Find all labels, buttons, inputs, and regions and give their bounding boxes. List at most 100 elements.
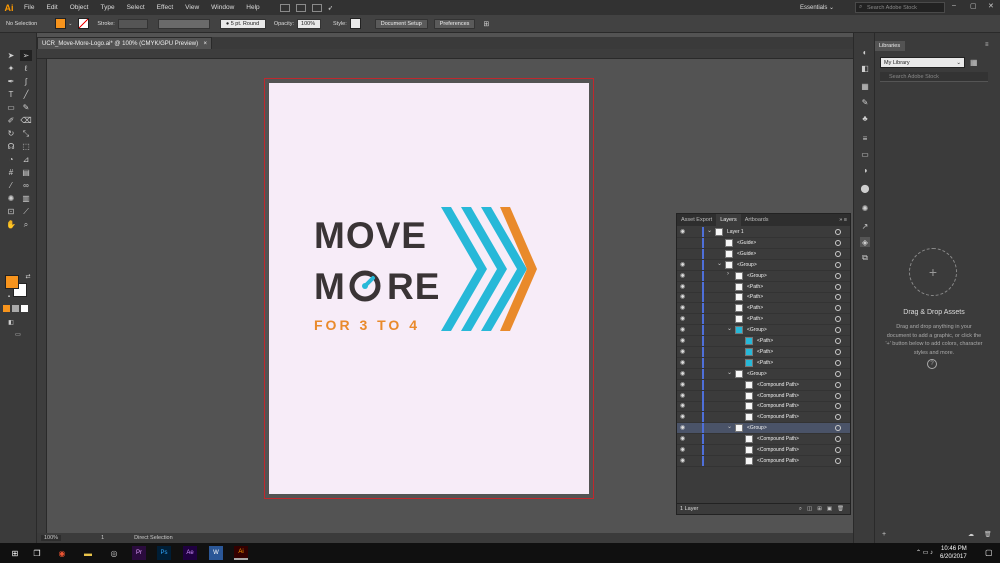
brush-definition[interactable]: ● 5 pt. Round: [219, 18, 266, 29]
menu-effect[interactable]: Effect: [151, 4, 180, 11]
target-icon[interactable]: [835, 436, 841, 443]
word-icon[interactable]: W: [209, 546, 223, 560]
visibility-eye-icon[interactable]: ◉: [680, 283, 690, 290]
artboard-number[interactable]: 1: [101, 535, 104, 541]
visibility-eye-icon[interactable]: ◉: [680, 359, 690, 366]
draw-mode-icon[interactable]: ◧: [5, 317, 17, 328]
notifications-icon[interactable]: ▢: [985, 548, 993, 557]
target-icon[interactable]: [835, 283, 841, 290]
target-icon[interactable]: [835, 327, 841, 334]
target-icon[interactable]: [835, 457, 841, 464]
locate-object-icon[interactable]: ⌕: [799, 506, 802, 513]
visibility-eye-icon[interactable]: ◉: [680, 261, 690, 268]
layer-row[interactable]: ◉ <Compound Path>: [677, 401, 850, 413]
swatches-icon[interactable]: ▦: [860, 81, 870, 91]
visibility-eye-icon[interactable]: ◉: [680, 272, 690, 279]
layer-row[interactable]: <Guide>: [677, 237, 850, 249]
clock[interactable]: 10:46 PM 6/20/2017: [940, 545, 967, 561]
magic-wand-icon[interactable]: ✦: [5, 63, 17, 74]
layer-row[interactable]: ◉ <Path>: [677, 292, 850, 304]
stroke-weight-field[interactable]: [117, 18, 148, 29]
target-icon[interactable]: [835, 261, 841, 268]
target-icon[interactable]: [835, 316, 841, 323]
target-icon[interactable]: [835, 447, 841, 453]
new-sublayer-icon[interactable]: ⊞: [817, 506, 822, 513]
start-icon[interactable]: ⊞: [8, 546, 22, 560]
add-content-icon[interactable]: +: [882, 531, 886, 538]
color-mode-icon[interactable]: [3, 305, 10, 312]
gpu-performance-icon[interactable]: ➶: [322, 4, 339, 12]
paintbrush-icon[interactable]: ✎: [20, 102, 32, 113]
menu-view[interactable]: View: [179, 4, 205, 11]
target-icon[interactable]: [835, 425, 841, 432]
visibility-eye-icon[interactable]: ◉: [680, 392, 690, 399]
line-tool-icon[interactable]: ╱: [20, 89, 32, 100]
chevron-down-icon[interactable]: ⌄: [68, 21, 72, 27]
expand-toggle-icon[interactable]: ⌄: [707, 227, 712, 234]
layer-row[interactable]: <Guide>: [677, 248, 850, 260]
move-more-logo[interactable]: MOVE M RE FOR 3 TO 4: [269, 83, 589, 494]
view-toggle-icon[interactable]: ▦: [970, 58, 978, 67]
libraries-panel-menu-icon[interactable]: ≡: [985, 42, 989, 48]
expand-toggle-icon[interactable]: ⌄: [727, 369, 732, 376]
appearance-icon[interactable]: ⬤: [860, 183, 870, 193]
color-panel-icon[interactable]: ◐: [860, 47, 870, 57]
library-search-input[interactable]: Search Adobe Stock: [880, 72, 988, 82]
help-icon[interactable]: ?: [927, 359, 937, 369]
close-tab-icon[interactable]: ×: [203, 41, 207, 47]
brushes-icon[interactable]: ✎: [860, 97, 870, 107]
bridge-icon[interactable]: [279, 3, 290, 12]
library-select[interactable]: My Library ⌄: [880, 57, 965, 68]
layer-row[interactable]: ◉ ⌄ <Group>: [677, 368, 850, 380]
premiere-icon[interactable]: Pr: [132, 546, 146, 560]
fill-color-box[interactable]: [5, 275, 19, 289]
workspace-switcher[interactable]: Essentials ⌄: [800, 2, 850, 13]
layers-icon[interactable]: ◈: [860, 237, 870, 247]
layer-row[interactable]: ◉ <Compound Path>: [677, 379, 850, 391]
slice-tool-icon[interactable]: ⟋: [20, 206, 32, 217]
target-icon[interactable]: [835, 381, 841, 388]
expand-toggle-icon[interactable]: ⌄: [727, 423, 732, 430]
shape-builder-icon[interactable]: ◔: [5, 154, 17, 165]
stock-search-input[interactable]: ⌕ Search Adobe Stock: [855, 2, 945, 13]
chrome-icon[interactable]: ◉: [55, 546, 69, 560]
layer-row[interactable]: ◉ ⌄ Layer 1: [677, 227, 850, 238]
target-icon[interactable]: [835, 294, 841, 301]
layer-row[interactable]: ◉ › <Group>: [677, 270, 850, 282]
visibility-eye-icon[interactable]: ◉: [680, 413, 690, 420]
eyedropper-icon[interactable]: ⁄: [5, 180, 17, 191]
transparency-icon[interactable]: ◑: [860, 165, 870, 175]
steam-icon[interactable]: ◎: [107, 546, 121, 560]
panel-menu-icon[interactable]: » ≡: [839, 214, 850, 226]
target-icon[interactable]: [835, 403, 841, 410]
horizontal-ruler[interactable]: [37, 49, 853, 59]
current-tool[interactable]: Direct Selection: [134, 535, 173, 541]
stroke-panel-icon[interactable]: ≡: [860, 133, 870, 143]
visibility-eye-icon[interactable]: ◉: [680, 446, 690, 453]
eraser-icon[interactable]: ⌫: [20, 115, 32, 126]
target-icon[interactable]: [835, 392, 841, 399]
target-icon[interactable]: [835, 370, 841, 377]
zoom-level[interactable]: 100%: [41, 535, 62, 541]
rectangle-tool-icon[interactable]: ▭: [5, 102, 17, 113]
none-mode-icon[interactable]: [21, 305, 28, 312]
expand-toggle-icon[interactable]: ⌄: [717, 260, 722, 267]
visibility-eye-icon[interactable]: ◉: [680, 381, 690, 388]
visibility-eye-icon[interactable]: ◉: [680, 435, 690, 442]
blend-tool-icon[interactable]: ∞: [20, 180, 32, 191]
file-explorer-icon[interactable]: ▬: [81, 546, 95, 560]
make-clipping-mask-icon[interactable]: ◫: [807, 506, 812, 513]
layer-row[interactable]: ◉ <Compound Path>: [677, 412, 850, 424]
target-icon[interactable]: [835, 239, 841, 246]
type-tool-icon[interactable]: T: [5, 89, 17, 100]
layer-row[interactable]: ◉ <Path>: [677, 357, 850, 369]
document-tab[interactable]: UCR_Move-More-Logo.ai* @ 100% (CMYK/GPU …: [37, 37, 212, 49]
pen-tool-icon[interactable]: ✒: [5, 76, 17, 87]
fill-swatch[interactable]: [55, 18, 67, 29]
tab-artboards[interactable]: Artboards: [741, 214, 773, 226]
delete-layer-icon[interactable]: 🗑: [837, 506, 844, 513]
maximize-icon[interactable]: ▢: [970, 2, 977, 10]
align-icon[interactable]: ⊞: [483, 20, 489, 28]
artboards-icon[interactable]: ⧉: [860, 253, 870, 263]
stock-icon[interactable]: [295, 3, 306, 12]
